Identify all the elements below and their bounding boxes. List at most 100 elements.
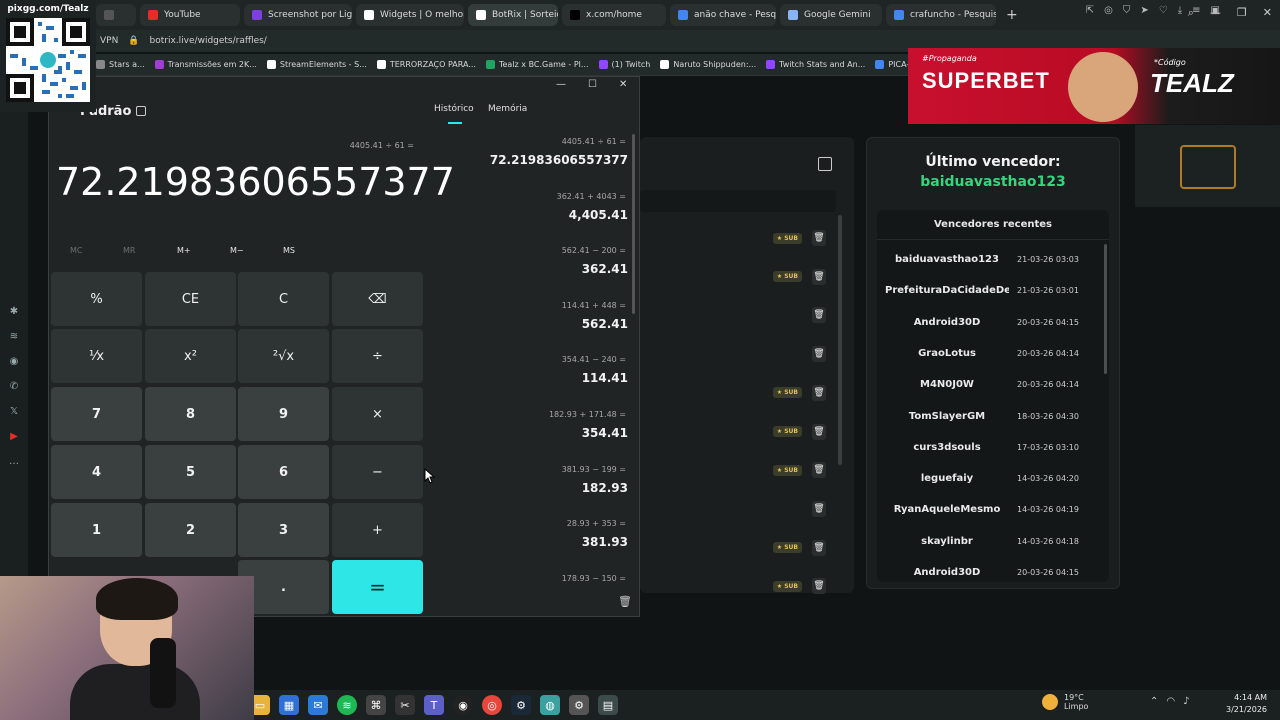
memory-button-mc[interactable]: MC [70, 246, 83, 255]
memory-button-ms[interactable]: MS [283, 246, 295, 255]
bookmark-item[interactable]: Transmissões em 2K... [154, 60, 257, 69]
delete-entry-icon[interactable]: 🗑 [812, 539, 826, 556]
bookmark-item[interactable]: (1) Twitch [598, 60, 650, 69]
bookmark-item[interactable]: Twitch Stats and An... [766, 60, 865, 69]
restore-button[interactable]: ❐ [1237, 6, 1247, 20]
delete-entry-icon[interactable]: 🗑 [812, 423, 826, 440]
download-icon[interactable]: ⤓ [1178, 5, 1182, 16]
tab-history[interactable]: Histórico [434, 104, 474, 114]
sidebar-layers-icon[interactable]: ≋ [10, 331, 18, 342]
delete-entry-icon[interactable]: 🗑 [812, 268, 826, 285]
history-expression[interactable]: 28.93 + 353 = [470, 519, 626, 528]
bookmark-item[interactable]: TERRORZAÇO PARA... [376, 60, 476, 69]
bookmark-item[interactable]: StreamElements - S... [266, 60, 367, 69]
browser-tab[interactable]: YouTube [140, 4, 240, 26]
key-r1c0[interactable]: ¹⁄x [51, 329, 142, 383]
steam-icon[interactable]: ⚙ [511, 695, 531, 715]
capture-icon[interactable]: ✂ [395, 695, 415, 715]
browser-tab[interactable]: Screenshot por Lightsh [244, 4, 352, 26]
chrome-icon[interactable]: ◎ [482, 695, 502, 715]
key-r3c0[interactable]: 4 [51, 445, 142, 499]
vpn-badge[interactable]: VPN [100, 36, 118, 46]
key-r0c3[interactable]: ⌫ [332, 272, 423, 326]
calc-close-button[interactable]: ✕ [619, 79, 627, 90]
key-r3c1[interactable]: 5 [145, 445, 236, 499]
url-text[interactable]: botrix.live/widgets/raffles/ [150, 36, 267, 46]
delete-entry-icon[interactable]: 🗑 [812, 346, 826, 363]
history-result[interactable]: 114.41 [470, 371, 628, 385]
bookmark-item[interactable]: Stars a... [96, 60, 145, 69]
keep-on-top-icon[interactable] [136, 106, 146, 116]
key-r0c1[interactable]: CE [145, 272, 236, 326]
key-r1c2[interactable]: ²√x [238, 329, 329, 383]
calc-maximize-button[interactable]: ☐ [588, 79, 597, 90]
memory-button-mminus[interactable]: M− [230, 246, 244, 255]
browser-tab[interactable]: Widgets | O melhor soft [356, 4, 464, 26]
key-r4c0[interactable]: 1 [51, 503, 142, 557]
volume-icon[interactable]: ♪ [1183, 696, 1189, 707]
key-r2c2[interactable]: 9 [238, 387, 329, 441]
teams-icon[interactable]: T [424, 695, 444, 715]
sidebar-youtube-icon[interactable]: ▶ [10, 431, 18, 442]
delete-entry-icon[interactable]: 🗑 [812, 462, 826, 479]
history-expression[interactable]: 362.41 + 4043 = [470, 192, 626, 201]
browser-tab[interactable] [96, 4, 136, 26]
new-tab-button[interactable]: + [1000, 7, 1024, 23]
calc-minimize-button[interactable]: — [556, 79, 566, 90]
tray-chevron-icon[interactable]: ⌃ [1150, 696, 1158, 707]
history-expression[interactable]: 562.41 − 200 = [470, 246, 626, 255]
recent-winners-scrollbar[interactable] [1104, 244, 1107, 374]
key-r1c3[interactable]: ÷ [332, 329, 423, 383]
history-expression[interactable]: 381.93 − 199 = [470, 465, 626, 474]
obs-icon[interactable]: ◉ [453, 695, 473, 715]
tab-memory[interactable]: Memória [488, 104, 527, 114]
delete-entry-icon[interactable]: 🗑 [812, 578, 826, 595]
bookmark-item[interactable]: Tealz x BC.Game - Pl... [485, 60, 589, 69]
browser-tab[interactable]: x.com/home [562, 4, 666, 26]
clear-history-icon[interactable]: 🗑 [618, 595, 632, 608]
menu-icon[interactable]: ≡ [1192, 5, 1200, 16]
memory-button-mplus[interactable]: M+ [177, 246, 191, 255]
key-r4c3[interactable]: + [332, 503, 423, 557]
browser-tab[interactable]: Google Gemini [780, 4, 882, 26]
browser-tab[interactable]: BotRix | Sorteios [468, 4, 558, 26]
raffle-scrollbar[interactable] [838, 215, 842, 465]
sidebar-messenger-icon[interactable]: ◉ [10, 356, 19, 367]
browser-tab[interactable]: anão chave - Pesquisa G [670, 4, 776, 26]
delete-entry-icon[interactable]: 🗑 [812, 307, 826, 324]
delete-entry-icon[interactable]: 🗑 [812, 384, 826, 401]
calculator-taskbar-icon[interactable]: ▤ [598, 695, 618, 715]
heart-icon[interactable]: ♡ [1159, 5, 1168, 16]
history-result[interactable]: 182.93 [470, 481, 628, 495]
key-r2c3[interactable]: × [332, 387, 423, 441]
shield-icon[interactable]: ⛉ [1123, 5, 1131, 16]
key-r2c0[interactable]: 7 [51, 387, 142, 441]
history-expression[interactable]: 178.93 − 150 = [470, 574, 626, 583]
history-result[interactable]: 354.41 [470, 426, 628, 440]
share-icon[interactable]: ⇱ [1086, 5, 1094, 16]
key-equals[interactable]: = [332, 560, 423, 614]
taskbar-clock[interactable]: 4:14 AM 3/21/2026 [1226, 692, 1267, 716]
copy-icon[interactable] [818, 157, 832, 171]
key-r3c3[interactable]: − [332, 445, 423, 499]
memory-button-mr[interactable]: MR [123, 246, 135, 255]
wifi-icon[interactable]: ◠ [1166, 696, 1175, 707]
history-expression[interactable]: 4405.41 ÷ 61 = [470, 137, 626, 146]
history-result[interactable]: 4,405.41 [470, 208, 628, 222]
sidebar-star-icon[interactable]: ✱ [10, 306, 18, 317]
bookmark-item[interactable]: Naruto Shippuden:... [660, 60, 756, 69]
outlook-icon[interactable]: ✉ [308, 695, 328, 715]
history-result[interactable]: 362.41 [470, 262, 628, 276]
camera-icon[interactable]: ◎ [1104, 5, 1113, 16]
settings-icon[interactable]: ⚙ [569, 695, 589, 715]
key-r0c0[interactable]: % [51, 272, 142, 326]
browser-tab[interactable]: crafuncho - Pesquisa Go [886, 4, 996, 26]
sidebar-x-icon[interactable]: 𝕏 [10, 406, 18, 417]
history-result[interactable]: 562.41 [470, 317, 628, 331]
weather-widget[interactable]: 19°C Limpo [1042, 693, 1088, 711]
key-r4c2[interactable]: 3 [238, 503, 329, 557]
terminal-icon[interactable]: ⌘ [366, 695, 386, 715]
key-r2c1[interactable]: 8 [145, 387, 236, 441]
history-result[interactable]: 72.21983606557377 [470, 153, 628, 167]
store-icon[interactable]: ▦ [279, 695, 299, 715]
